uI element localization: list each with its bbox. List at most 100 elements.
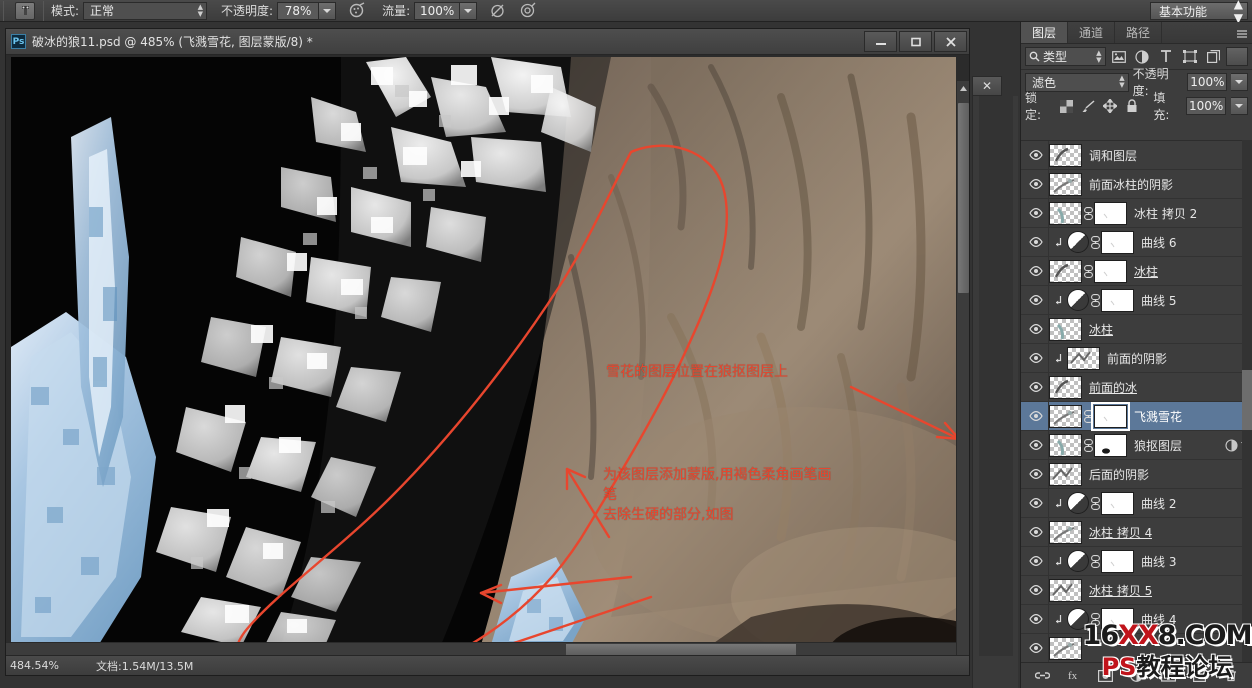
layer-mask-thumbnail[interactable] [1101, 230, 1134, 254]
mask-link-icon[interactable] [1082, 438, 1094, 452]
mask-link-icon[interactable] [1089, 293, 1101, 307]
layer-thumbnail[interactable] [1049, 201, 1082, 225]
layer-visibility-icon[interactable] [1023, 401, 1049, 431]
brush-preset-icon[interactable] [15, 1, 35, 20]
layer-visibility-icon[interactable] [1023, 141, 1049, 170]
layer-thumbnail-adjustment[interactable] [1067, 492, 1089, 514]
layer-row[interactable]: 后面的阴影 [1021, 459, 1252, 489]
layer-thumbnail-adjustment[interactable] [1067, 550, 1089, 572]
layer-row[interactable]: 曲线 6 [1021, 227, 1252, 257]
layer-visibility-icon[interactable] [1023, 459, 1049, 489]
layer-thumbnail[interactable] [1049, 172, 1082, 196]
layer-mask-thumbnail[interactable] [1094, 259, 1127, 283]
layer-row[interactable]: 调和图层 [1021, 141, 1252, 170]
layer-thumbnail[interactable] [1049, 317, 1082, 341]
scroll-up-icon[interactable] [958, 83, 969, 94]
layer-row[interactable]: 狼抠图层 [1021, 430, 1252, 460]
canvas-vertical-scrollbar[interactable] [956, 81, 969, 675]
layer-list-scrollbar[interactable] [1242, 140, 1252, 680]
layer-scroll-thumb[interactable] [1242, 370, 1252, 430]
smartobject-filter-icon[interactable] [1203, 47, 1224, 67]
layer-mask-thumbnail[interactable] [1101, 549, 1134, 573]
mask-link-icon[interactable] [1082, 264, 1094, 278]
workspace-select[interactable]: 基本功能 ▲ ▼ [1150, 0, 1248, 25]
layer-row[interactable]: 前面的冰 [1021, 372, 1252, 402]
layer-style-icon[interactable]: fx [1065, 667, 1083, 685]
minimize-button[interactable] [864, 31, 897, 52]
layer-row[interactable]: 冰柱 拷贝 4 [1021, 517, 1252, 547]
layer-thumbnail[interactable] [1049, 578, 1082, 602]
layer-row[interactable]: 曲线 3 [1021, 546, 1252, 576]
layer-list[interactable]: 调和图层 前面冰柱的阴影 冰柱 拷贝 2 曲线 6 冰柱 曲线 5 冰柱 前面的阴影 前面的冰飞… [1021, 140, 1252, 680]
blend-mode-select[interactable]: 正常 ▲ ▼ [83, 1, 208, 20]
layer-visibility-icon[interactable] [1023, 343, 1049, 373]
layer-mask-thumbnail[interactable] [1101, 491, 1134, 515]
mask-link-icon[interactable] [1082, 206, 1094, 220]
mask-link-icon[interactable] [1089, 496, 1101, 510]
layer-opacity-dropdown-button[interactable] [1231, 73, 1248, 91]
layer-visibility-icon[interactable] [1023, 314, 1049, 344]
layer-opacity-input[interactable]: 100% [1187, 73, 1228, 91]
layer-visibility-icon[interactable] [1023, 575, 1049, 605]
tablet-pressure-icon[interactable] [515, 1, 539, 21]
layer-thumbnail[interactable] [1049, 404, 1082, 428]
layer-thumbnail-adjustment[interactable] [1067, 608, 1089, 630]
layer-fill-dropdown-button[interactable] [1231, 97, 1249, 115]
tab-channels[interactable]: 通道 [1068, 22, 1116, 43]
smoothing-icon[interactable] [485, 1, 509, 21]
layer-visibility-icon[interactable] [1023, 604, 1049, 634]
layer-thumbnail[interactable] [1067, 346, 1100, 370]
panel-menu-icon[interactable] [1236, 29, 1248, 39]
layer-visibility-icon[interactable] [1023, 430, 1049, 460]
layer-row[interactable]: 飞溅雪花 [1021, 401, 1252, 431]
layer-visibility-icon[interactable] [1023, 488, 1049, 518]
filter-kind-select[interactable]: 类型 ▲ ▼ [1025, 47, 1106, 66]
close-button[interactable] [934, 31, 967, 52]
layer-mask-thumbnail[interactable] [1094, 201, 1127, 225]
mask-link-icon[interactable] [1082, 409, 1094, 423]
layer-visibility-icon[interactable] [1023, 227, 1049, 257]
layer-row[interactable]: 曲线 2 [1021, 488, 1252, 518]
layer-row[interactable]: 前面冰柱的阴影 [1021, 169, 1252, 199]
layer-thumbnail[interactable] [1049, 462, 1082, 486]
new-group-icon[interactable] [1159, 667, 1177, 685]
flow-dropdown-button[interactable] [460, 1, 478, 20]
document-title-bar[interactable]: Ps 破冰的狼11.psd @ 485% (飞溅雪花, 图层蒙版/8) * [6, 29, 969, 55]
layer-row[interactable]: 冰柱 拷贝 5 [1021, 575, 1252, 605]
lock-pixels-icon[interactable] [1080, 98, 1097, 115]
lock-transparency-icon[interactable] [1058, 98, 1075, 115]
layer-visibility-icon[interactable] [1023, 372, 1049, 402]
layer-mask-thumbnail[interactable] [1101, 607, 1134, 631]
add-mask-icon[interactable] [1097, 667, 1115, 685]
opacity-input[interactable]: 78% [277, 1, 320, 20]
layer-thumbnail-adjustment[interactable] [1067, 289, 1089, 311]
layer-thumbnail[interactable] [1049, 636, 1082, 660]
layer-mask-thumbnail[interactable] [1101, 288, 1134, 312]
lock-all-icon[interactable] [1123, 98, 1140, 115]
layer-visibility-icon[interactable] [1023, 169, 1049, 199]
mask-link-icon[interactable] [1089, 235, 1101, 249]
layer-mask-thumbnail[interactable] [1091, 401, 1130, 431]
opacity-dropdown-button[interactable] [319, 1, 337, 20]
mask-link-icon[interactable] [1089, 612, 1101, 626]
layer-row[interactable]: 曲线 5 [1021, 285, 1252, 315]
lock-position-icon[interactable] [1102, 98, 1119, 115]
new-layer-icon[interactable] [1191, 667, 1209, 685]
layer-row[interactable]: 冰柱 [1021, 314, 1252, 344]
layer-thumbnail[interactable] [1049, 433, 1082, 457]
layer-mask-thumbnail[interactable] [1094, 433, 1127, 457]
zoom-level[interactable]: 484.54% [6, 659, 78, 672]
layer-visibility-icon[interactable] [1023, 256, 1049, 286]
canvas-horizontal-scrollbar[interactable] [6, 642, 956, 655]
tab-paths[interactable]: 路径 [1115, 22, 1163, 43]
layer-visibility-icon[interactable] [1023, 546, 1049, 576]
image-filter-icon[interactable] [1109, 47, 1130, 67]
airbrush-icon[interactable] [344, 1, 368, 21]
link-layers-icon[interactable] [1034, 667, 1052, 685]
layer-row[interactable]: 前面的阴影 [1021, 343, 1252, 373]
adjustment-filter-icon[interactable] [1132, 47, 1153, 67]
vscroll-thumb[interactable] [958, 103, 969, 293]
layer-thumbnail[interactable] [1049, 520, 1082, 544]
layer-visibility-icon[interactable] [1023, 198, 1049, 228]
tab-layers[interactable]: 图层 [1021, 22, 1069, 43]
